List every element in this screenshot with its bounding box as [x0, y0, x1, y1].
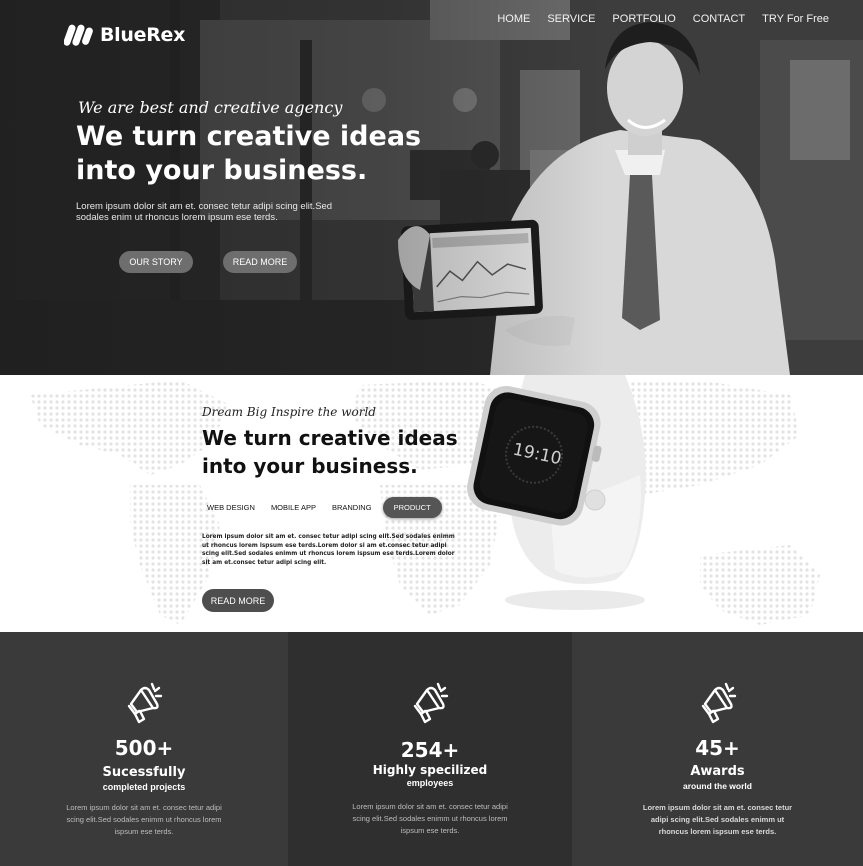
stats-section: 500+ Sucessfully completed projects Lore…: [0, 632, 863, 866]
stat-description: Lorem ipsum dolor sit am et. consec tetu…: [66, 803, 222, 836]
megaphone-icon: [127, 682, 163, 724]
stat-sublabel: employees: [406, 778, 454, 788]
stat-sublabel: completed projects: [102, 782, 186, 792]
hero-tagline: We are best and creative agency: [78, 98, 343, 117]
stat-card-projects: 500+ Sucessfully completed projects Lore…: [0, 632, 288, 866]
nav-contact[interactable]: CONTACT: [693, 13, 745, 25]
logo-icon: [64, 24, 93, 46]
section-tagline: Dream Big Inspire the world: [202, 405, 376, 419]
stat-label: Awards: [690, 764, 745, 779]
our-story-button[interactable]: OUR STORY: [119, 251, 193, 273]
category-tabs: WEB DESIGN MOBILE APP BRANDING PRODUCT: [202, 497, 448, 518]
megaphone-icon: [701, 682, 736, 724]
stat-card-awards: 45+ Awards around the world Lorem ipsum …: [572, 632, 863, 866]
stat-sublabel: around the world: [683, 781, 752, 791]
tab-product[interactable]: PRODUCT: [382, 497, 442, 518]
nav-home[interactable]: HOME: [497, 13, 530, 25]
product-section: Dream Big Inspire the world We turn crea…: [0, 375, 863, 632]
stat-card-employees: 254+ Highly specilized employees Lorem i…: [288, 632, 572, 866]
section-description: Lorem ipsum dolor sit am et. consec tetu…: [202, 534, 455, 566]
brand-name: BlueRex: [100, 24, 186, 46]
brand-logo[interactable]: BlueRex: [64, 22, 185, 48]
stat-number: 500+: [114, 736, 174, 760]
tab-web-design[interactable]: WEB DESIGN: [202, 497, 260, 518]
stat-description: Lorem ipsum dolor sit am et. consec tetu…: [352, 802, 508, 835]
section-read-more-button[interactable]: READ MORE: [202, 589, 274, 612]
main-nav: HOME SERVICE PORTFOLIO CONTACT TRY For F…: [497, 13, 829, 25]
nav-service[interactable]: SERVICE: [547, 13, 595, 25]
tab-mobile-app[interactable]: MOBILE APP: [266, 497, 321, 518]
stat-number: 254+: [400, 738, 460, 762]
smartwatch-image: 19:10: [467, 375, 646, 610]
section-title: We turn creative ideas into your busines…: [202, 426, 458, 478]
tab-branding[interactable]: BRANDING: [327, 497, 377, 518]
stat-label: Sucessfully: [102, 765, 186, 780]
hero-read-more-button[interactable]: READ MORE: [223, 251, 297, 273]
hero-title: We turn creative ideas into your busines…: [76, 121, 422, 186]
stat-description: Lorem ipsum dolor sit am et. consec tetu…: [642, 803, 793, 836]
nav-try-free[interactable]: TRY For Free: [762, 13, 829, 25]
stat-label: Highly specilized: [372, 763, 488, 777]
megaphone-icon: [413, 682, 449, 724]
stat-number: 45+: [695, 736, 740, 760]
hero-description: Lorem ipsum dolor sit am et. consec tetu…: [76, 201, 333, 223]
hero-section: BlueRex HOME SERVICE PORTFOLIO CONTACT T…: [0, 0, 863, 375]
nav-portfolio[interactable]: PORTFOLIO: [612, 13, 675, 25]
